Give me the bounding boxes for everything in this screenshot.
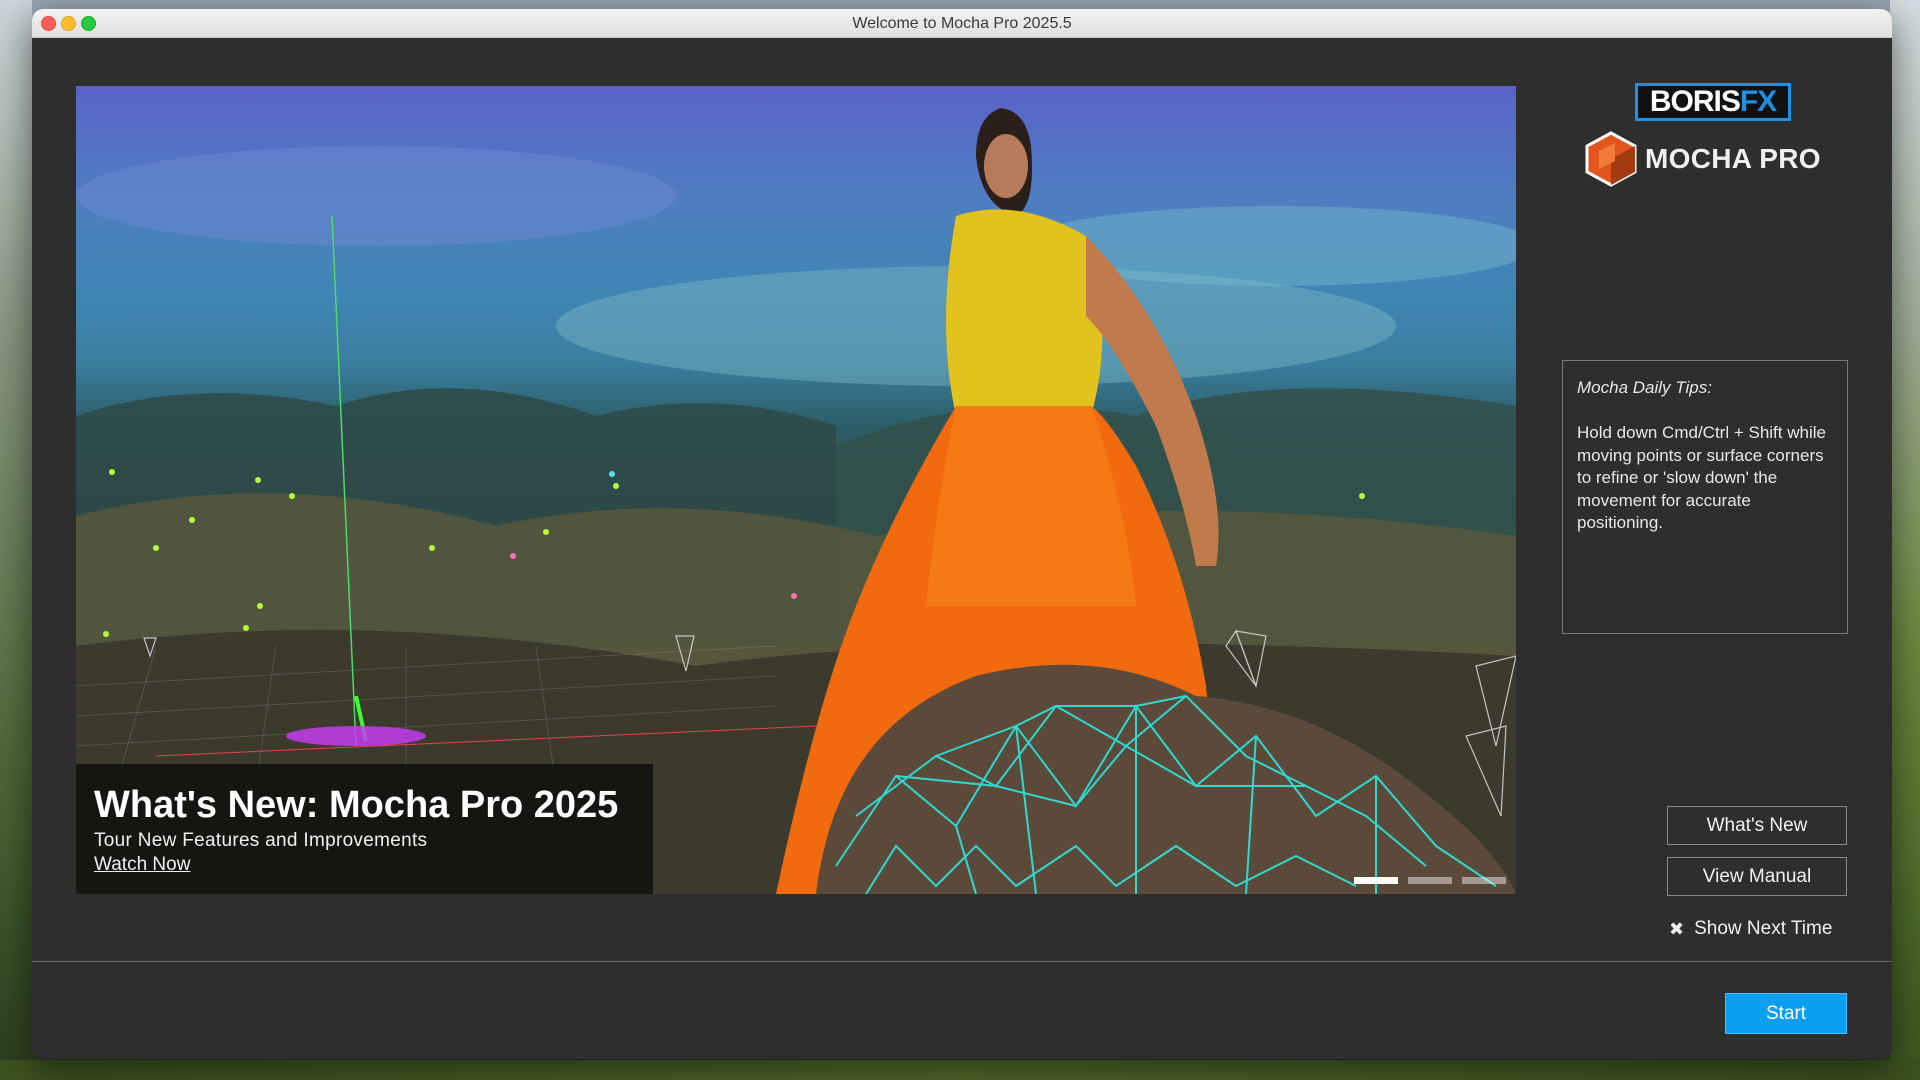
product-name: MOCHA PRO bbox=[1645, 143, 1821, 174]
hero-banner[interactable]: What's New: Mocha Pro 2025 Tour New Feat… bbox=[76, 86, 1516, 894]
watch-now-link[interactable]: Watch Now bbox=[94, 854, 190, 876]
view-manual-button[interactable]: View Manual bbox=[1667, 857, 1847, 896]
carousel-dot-3[interactable] bbox=[1462, 877, 1506, 884]
borisfx-logo: BORIS FX bbox=[1635, 83, 1791, 121]
window-title: Welcome to Mocha Pro 2025.5 bbox=[852, 15, 1072, 32]
tips-body: Hold down Cmd/Ctrl + Shift while moving … bbox=[1577, 423, 1826, 532]
borisfx-logo-suffix: FX bbox=[1739, 85, 1777, 118]
whats-new-button[interactable]: What's New bbox=[1667, 806, 1847, 845]
carousel-dot-1[interactable] bbox=[1354, 877, 1398, 884]
carousel-indicators bbox=[1354, 877, 1506, 884]
mocha-pro-logo: MOCHA PRO bbox=[1585, 131, 1821, 187]
daily-tips-panel: Mocha Daily Tips: Hold down Cmd/Ctrl + S… bbox=[1562, 360, 1848, 634]
desktop-background-bottom bbox=[0, 1060, 1920, 1080]
hero-caption: What's New: Mocha Pro 2025 Tour New Feat… bbox=[76, 764, 653, 894]
close-x-icon: ✖ bbox=[1669, 918, 1685, 939]
title-bar[interactable]: Welcome to Mocha Pro 2025.5 bbox=[32, 9, 1892, 38]
borisfx-logo-prefix: BORIS bbox=[1649, 85, 1741, 118]
desktop-background-right bbox=[1890, 0, 1920, 1080]
start-button[interactable]: Start bbox=[1725, 993, 1847, 1034]
tips-heading: Mocha Daily Tips: bbox=[1577, 378, 1712, 397]
welcome-window: Welcome to Mocha Pro 2025.5 What's New: … bbox=[32, 9, 1892, 1059]
mocha-hex-icon bbox=[1585, 131, 1637, 187]
footer-divider bbox=[32, 961, 1892, 962]
desktop-background-left bbox=[0, 0, 32, 1080]
hero-subtitle: Tour New Features and Improvements bbox=[94, 830, 428, 851]
show-next-time-label: Show Next Time bbox=[1694, 918, 1833, 939]
carousel-dot-2[interactable] bbox=[1408, 877, 1452, 884]
show-next-time-toggle[interactable]: ✖ Show Next Time bbox=[1669, 918, 1832, 940]
hero-title: What's New: Mocha Pro 2025 bbox=[94, 784, 619, 826]
